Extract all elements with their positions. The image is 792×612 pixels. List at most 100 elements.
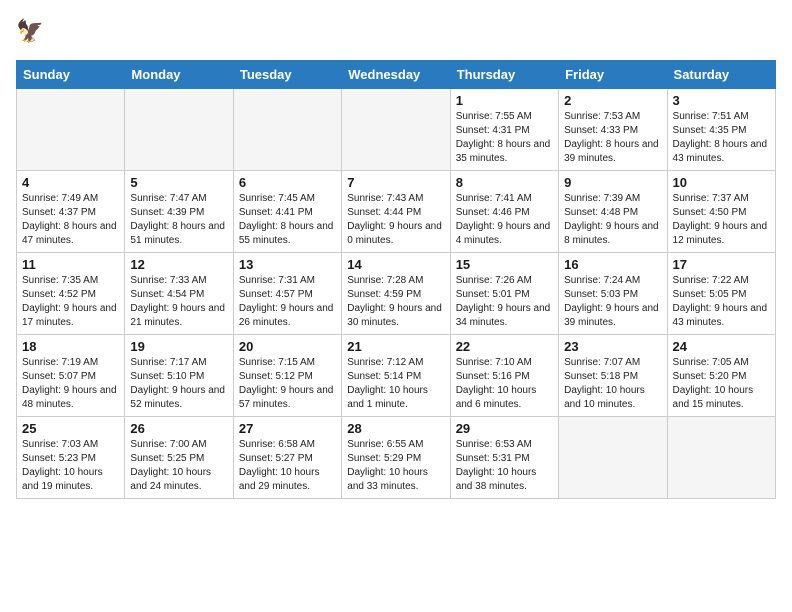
calendar-cell (342, 89, 450, 171)
calendar-cell: 1Sunrise: 7:55 AMSunset: 4:31 PMDaylight… (450, 89, 558, 171)
day-info: Sunrise: 7:41 AMSunset: 4:46 PMDaylight:… (456, 192, 553, 248)
calendar-cell: 23 Sunrise: 7:07 AMSunset: 5:18 PMDayligh… (559, 335, 667, 417)
calendar-week-row: 25 Sunrise: 7:03 AMSunset: 5:23 PMDayligh… (17, 417, 776, 499)
calendar-table: SundayMondayTuesdayWednesdayThursdayFrid… (16, 60, 776, 499)
calendar-cell: 18 Sunrise: 7:19 AMSunset: 5:07 PMDayligh… (17, 335, 125, 417)
day-number: 14 (347, 257, 444, 272)
calendar-cell: 9 Sunrise: 7:39 AMSunset: 4:48 PMDaylight… (559, 171, 667, 253)
day-info: Sunrise: 7:12 AMSunset: 5:14 PMDaylight:… (347, 356, 444, 412)
day-info: Sunrise: 6:53 AMSunset: 5:31 PMDaylight:… (456, 438, 553, 494)
calendar-cell: 4 Sunrise: 7:49 AMSunset: 4:37 PMDaylight… (17, 171, 125, 253)
logo: 🦅 (16, 16, 52, 48)
day-number: 20 (239, 339, 336, 354)
calendar-cell: 20 Sunrise: 7:15 AMSunset: 5:12 PMDayligh… (233, 335, 341, 417)
day-number: 16 (564, 257, 661, 272)
weekday-header-wednesday: Wednesday (342, 61, 450, 89)
calendar-cell: 27Sunrise: 6:58 AMSunset: 5:27 PMDayligh… (233, 417, 341, 499)
calendar-cell: 16 Sunrise: 7:24 AMSunset: 5:03 PMDayligh… (559, 253, 667, 335)
day-number: 12 (130, 257, 227, 272)
day-number: 7 (347, 175, 444, 190)
weekday-header-saturday: Saturday (667, 61, 775, 89)
day-info: Sunrise: 6:58 AMSunset: 5:27 PMDaylight:… (239, 438, 336, 494)
calendar-cell: 13 Sunrise: 7:31 AMSunset: 4:57 PMDayligh… (233, 253, 341, 335)
day-number: 21 (347, 339, 444, 354)
day-info: Sunrise: 7:39 AMSunset: 4:48 PMDaylight:… (564, 192, 661, 248)
day-number: 1 (456, 93, 553, 108)
calendar-cell: 28Sunrise: 6:55 AMSunset: 5:29 PMDayligh… (342, 417, 450, 499)
day-number: 4 (22, 175, 119, 190)
day-info: Sunrise: 7:53 AMSunset: 4:33 PMDaylight:… (564, 110, 661, 166)
calendar-cell: 5 Sunrise: 7:47 AMSunset: 4:39 PMDaylight… (125, 171, 233, 253)
day-info: Sunrise: 7:05 AMSunset: 5:20 PMDaylight:… (673, 356, 770, 412)
calendar-week-row: 11Sunrise: 7:35 AMSunset: 4:52 PMDayligh… (17, 253, 776, 335)
day-info: Sunrise: 7:03 AMSunset: 5:23 PMDaylight:… (22, 438, 119, 494)
calendar-cell: 14 Sunrise: 7:28 AMSunset: 4:59 PMDayligh… (342, 253, 450, 335)
calendar-cell (667, 417, 775, 499)
day-info: Sunrise: 7:26 AMSunset: 5:01 PMDaylight:… (456, 274, 553, 330)
weekday-header-thursday: Thursday (450, 61, 558, 89)
day-number: 9 (564, 175, 661, 190)
calendar-cell: 17 Sunrise: 7:22 AMSunset: 5:05 PMDayligh… (667, 253, 775, 335)
calendar-cell: 24 Sunrise: 7:05 AMSunset: 5:20 PMDayligh… (667, 335, 775, 417)
day-number: 2 (564, 93, 661, 108)
weekday-header-friday: Friday (559, 61, 667, 89)
day-info: Sunrise: 7:31 AMSunset: 4:57 PMDaylight:… (239, 274, 336, 330)
day-info: Sunrise: 7:45 AMSunset: 4:41 PMDaylight:… (239, 192, 336, 248)
day-number: 26 (130, 421, 227, 436)
calendar-cell: 7 Sunrise: 7:43 AMSunset: 4:44 PMDaylight… (342, 171, 450, 253)
calendar-cell: 21 Sunrise: 7:12 AMSunset: 5:14 PMDayligh… (342, 335, 450, 417)
day-number: 25 (22, 421, 119, 436)
calendar-cell (233, 89, 341, 171)
weekday-header-tuesday: Tuesday (233, 61, 341, 89)
day-info: Sunrise: 7:22 AMSunset: 5:05 PMDaylight:… (673, 274, 770, 330)
day-info: Sunrise: 7:15 AMSunset: 5:12 PMDaylight:… (239, 356, 336, 412)
calendar-cell: 26 Sunrise: 7:00 AMSunset: 5:25 PMDayligh… (125, 417, 233, 499)
calendar-week-row: 1Sunrise: 7:55 AMSunset: 4:31 PMDaylight… (17, 89, 776, 171)
day-number: 22 (456, 339, 553, 354)
calendar-cell (559, 417, 667, 499)
day-number: 17 (673, 257, 770, 272)
calendar-cell (17, 89, 125, 171)
day-number: 6 (239, 175, 336, 190)
day-number: 15 (456, 257, 553, 272)
day-number: 28 (347, 421, 444, 436)
day-number: 23 (564, 339, 661, 354)
day-number: 18 (22, 339, 119, 354)
day-info: Sunrise: 7:00 AMSunset: 5:25 PMDaylight:… (130, 438, 227, 494)
calendar-cell: 11Sunrise: 7:35 AMSunset: 4:52 PMDayligh… (17, 253, 125, 335)
day-info: Sunrise: 7:43 AMSunset: 4:44 PMDaylight:… (347, 192, 444, 248)
day-info: Sunrise: 7:35 AMSunset: 4:52 PMDaylight:… (22, 274, 119, 330)
day-number: 29 (456, 421, 553, 436)
calendar-cell: 25 Sunrise: 7:03 AMSunset: 5:23 PMDayligh… (17, 417, 125, 499)
day-info: Sunrise: 7:10 AMSunset: 5:16 PMDaylight:… (456, 356, 553, 412)
day-info: Sunrise: 7:17 AMSunset: 5:10 PMDaylight:… (130, 356, 227, 412)
calendar-cell (125, 89, 233, 171)
calendar-cell: 15 Sunrise: 7:26 AMSunset: 5:01 PMDayligh… (450, 253, 558, 335)
calendar-cell: 19 Sunrise: 7:17 AMSunset: 5:10 PMDayligh… (125, 335, 233, 417)
day-info: Sunrise: 7:07 AMSunset: 5:18 PMDaylight:… (564, 356, 661, 412)
weekday-header-sunday: Sunday (17, 61, 125, 89)
day-info: Sunrise: 7:19 AMSunset: 5:07 PMDaylight:… (22, 356, 119, 412)
day-number: 19 (130, 339, 227, 354)
day-number: 10 (673, 175, 770, 190)
day-info: Sunrise: 7:47 AMSunset: 4:39 PMDaylight:… (130, 192, 227, 248)
calendar-cell: 29 Sunrise: 6:53 AMSunset: 5:31 PMDayligh… (450, 417, 558, 499)
calendar-week-row: 4 Sunrise: 7:49 AMSunset: 4:37 PMDaylight… (17, 171, 776, 253)
calendar-cell: 8 Sunrise: 7:41 AMSunset: 4:46 PMDaylight… (450, 171, 558, 253)
calendar-cell: 2 Sunrise: 7:53 AMSunset: 4:33 PMDaylight… (559, 89, 667, 171)
day-info: Sunrise: 7:24 AMSunset: 5:03 PMDaylight:… (564, 274, 661, 330)
day-number: 13 (239, 257, 336, 272)
page-header: 🦅 (16, 16, 776, 48)
calendar-week-row: 18 Sunrise: 7:19 AMSunset: 5:07 PMDayligh… (17, 335, 776, 417)
calendar-cell: 3Sunrise: 7:51 AMSunset: 4:35 PMDaylight… (667, 89, 775, 171)
weekday-header-monday: Monday (125, 61, 233, 89)
logo-icon: 🦅 (16, 16, 48, 48)
day-info: Sunrise: 7:28 AMSunset: 4:59 PMDaylight:… (347, 274, 444, 330)
day-number: 8 (456, 175, 553, 190)
day-number: 24 (673, 339, 770, 354)
day-info: Sunrise: 7:37 AMSunset: 4:50 PMDaylight:… (673, 192, 770, 248)
day-number: 5 (130, 175, 227, 190)
calendar-cell: 22 Sunrise: 7:10 AMSunset: 5:16 PMDayligh… (450, 335, 558, 417)
day-info: Sunrise: 7:49 AMSunset: 4:37 PMDaylight:… (22, 192, 119, 248)
calendar-cell: 12Sunrise: 7:33 AMSunset: 4:54 PMDayligh… (125, 253, 233, 335)
